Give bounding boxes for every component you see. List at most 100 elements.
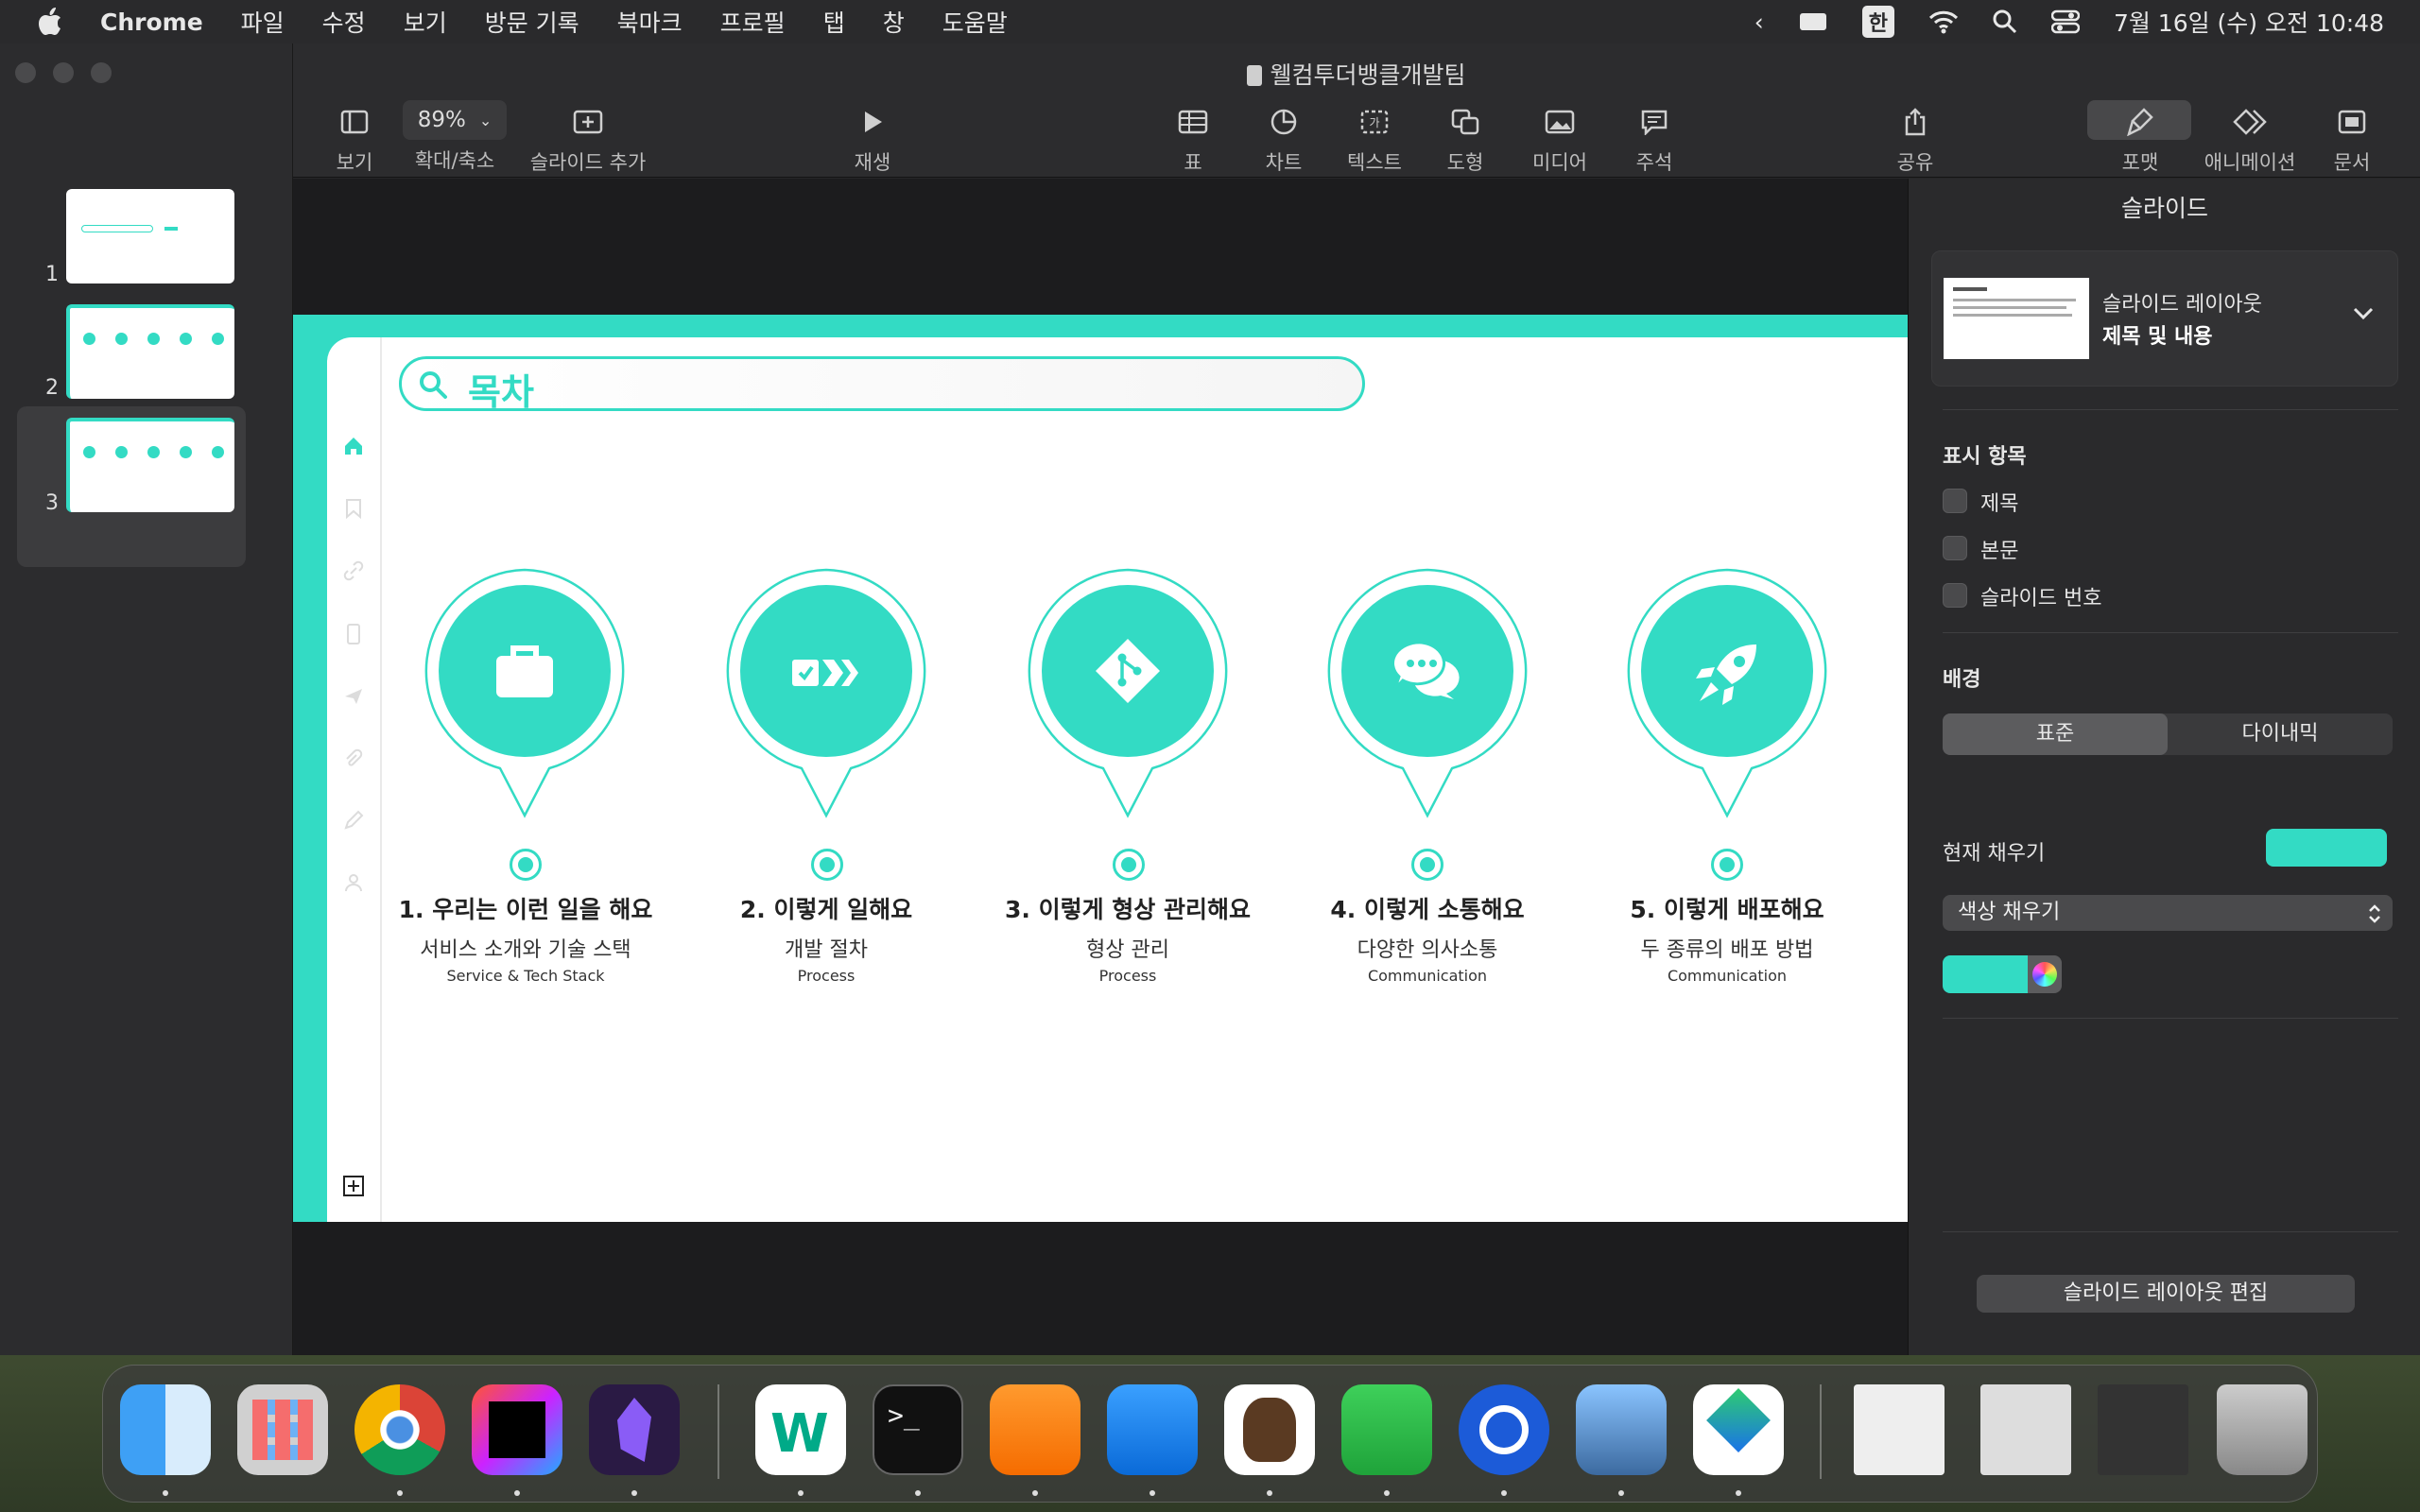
- whale-browser-icon[interactable]: W: [755, 1384, 846, 1475]
- media-icon: [1545, 110, 1575, 134]
- side-rail-divider: [380, 337, 382, 1222]
- section-3-title: 3. 이렇게 형상 관리해요: [1004, 896, 1251, 923]
- menu-view[interactable]: 보기: [404, 5, 447, 39]
- menu-bookmarks[interactable]: 북마크: [617, 5, 683, 39]
- share-button[interactable]: 공유: [1858, 100, 1972, 176]
- sourcetree-icon[interactable]: [1459, 1384, 1549, 1475]
- menu-edit[interactable]: 수정: [322, 5, 366, 39]
- thumb-circle: [212, 333, 224, 345]
- input-source-indicator[interactable]: 한: [1861, 6, 1894, 38]
- current-fill-swatch[interactable]: [2266, 829, 2387, 867]
- section-2-english: Process: [797, 967, 856, 985]
- menu-app-name[interactable]: Chrome: [100, 9, 203, 36]
- divider: [1943, 632, 2398, 633]
- preview-icon[interactable]: [1576, 1384, 1667, 1475]
- git-icon: [1096, 639, 1160, 703]
- wifi-icon[interactable]: [1928, 9, 1959, 34]
- thumb-circle: [180, 333, 192, 345]
- chevron-left-icon[interactable]: ‹: [1754, 9, 1764, 36]
- menubar-extra-icon[interactable]: [1798, 10, 1828, 33]
- menubar-clock[interactable]: 7월 16일 (수) 오전 10:48: [2114, 5, 2384, 39]
- thumb-accent: [164, 227, 178, 231]
- section-1-subtitle: 서비스 소개와 기술 스택: [420, 938, 631, 962]
- table-icon: [1178, 110, 1208, 134]
- menu-profile[interactable]: 프로필: [720, 5, 786, 39]
- color-wheel-icon: [2032, 962, 2057, 987]
- slide-number-checkbox[interactable]: [1943, 583, 1967, 608]
- keynote-icon[interactable]: [1107, 1384, 1198, 1475]
- chevron-down-icon: ⌄: [478, 111, 493, 129]
- layout-label: 슬라이드 레이아웃: [2102, 293, 2262, 317]
- search-bar[interactable]: 목차: [399, 356, 1365, 413]
- slide-thumbnail-1[interactable]: [66, 189, 234, 284]
- add-slide-label: 슬라이드 추가: [529, 151, 647, 174]
- document-stack-icon[interactable]: [1854, 1384, 1945, 1475]
- document-title: 웰컴투더뱅클개발팀: [293, 57, 2420, 91]
- apple-icon[interactable]: [38, 8, 62, 36]
- document-button[interactable]: 문서: [2295, 100, 2409, 176]
- menu-window[interactable]: 창: [883, 5, 905, 39]
- slide-layout-selector[interactable]: 슬라이드 레이아웃 제목 및 내용: [1931, 250, 2398, 387]
- home-icon: [345, 438, 362, 455]
- play-button[interactable]: 재생: [811, 100, 934, 176]
- slide[interactable]: 목차 1. 우리는 이런 일을 해요 서비스 소개와 기술 스택 Service…: [293, 315, 1908, 1222]
- title-checkbox-label: 제목: [1980, 492, 2019, 516]
- menu-file[interactable]: 파일: [241, 5, 285, 39]
- add-box-icon[interactable]: [340, 1173, 367, 1199]
- window-close-button[interactable]: [15, 62, 36, 83]
- terminal-prompt-icon: >_: [888, 1400, 920, 1431]
- chrome-icon[interactable]: [354, 1384, 445, 1475]
- zoom-dropdown[interactable]: 89% ⌄: [403, 100, 507, 140]
- section-5-marker: [1711, 849, 1743, 881]
- current-fill-label: 현재 채우기: [1943, 842, 2046, 866]
- section-4-subtitle: 다양한 의사소통: [1357, 938, 1498, 962]
- window-minimize-button[interactable]: [53, 62, 74, 83]
- launchpad-icon[interactable]: [237, 1384, 328, 1475]
- comment-button[interactable]: 주석: [1598, 100, 1711, 176]
- edit-slide-layout-button[interactable]: 슬라이드 레이아웃 편집: [1977, 1275, 2355, 1313]
- spotlight-search-icon[interactable]: [1993, 9, 2017, 34]
- folder-stack-icon[interactable]: [2098, 1384, 2188, 1475]
- dynamic-segment[interactable]: 다이내믹: [2168, 713, 2393, 755]
- section-4-marker: [1411, 849, 1443, 881]
- menu-help[interactable]: 도움말: [942, 5, 1008, 39]
- trash-icon[interactable]: [2217, 1384, 2308, 1475]
- section-3-english: Process: [1098, 967, 1157, 985]
- intellij-inner: [489, 1401, 545, 1458]
- screenshot-stack-icon[interactable]: [1980, 1384, 2071, 1475]
- fill-type-select[interactable]: 색상 채우기: [1943, 895, 2393, 931]
- standard-segment[interactable]: 표준: [1943, 713, 2168, 755]
- body-checkbox-label: 본문: [1980, 540, 2019, 563]
- naver-icon[interactable]: [1693, 1384, 1784, 1475]
- layout-preview-line: [1953, 306, 2066, 309]
- color-well[interactable]: [1943, 955, 2028, 993]
- whale-letter-icon: W: [770, 1403, 829, 1465]
- terminal-icon[interactable]: >_: [873, 1384, 963, 1475]
- layout-preview-line: [1953, 299, 2076, 301]
- obsidian-gem: [617, 1398, 651, 1462]
- control-center-icon[interactable]: [2050, 9, 2080, 34]
- obsidian-icon[interactable]: [589, 1384, 680, 1475]
- thumb-circle: [115, 446, 128, 458]
- intellij-icon[interactable]: [472, 1384, 562, 1475]
- sidebar-icon: [340, 110, 369, 134]
- show-items-heading: 표시 항목: [1943, 445, 2027, 469]
- running-indicator: [631, 1490, 637, 1496]
- pages-icon[interactable]: [990, 1384, 1080, 1475]
- menu-tab[interactable]: 탭: [823, 5, 845, 39]
- menu-history[interactable]: 방문 기록: [485, 5, 579, 39]
- numbers-icon[interactable]: [1341, 1384, 1432, 1475]
- window-zoom-button[interactable]: [91, 62, 112, 83]
- title-checkbox[interactable]: [1943, 489, 1967, 513]
- slide-thumbnail-3[interactable]: [66, 418, 234, 512]
- color-picker-button[interactable]: [2028, 955, 2062, 993]
- section-5-subtitle: 두 종류의 배포 방법: [1640, 938, 1814, 962]
- rocket-icon: [1696, 644, 1756, 705]
- slide-thumbnail-2[interactable]: [66, 304, 234, 399]
- finder-icon[interactable]: [120, 1384, 211, 1475]
- search-text: 목차: [468, 371, 534, 413]
- body-checkbox[interactable]: [1943, 536, 1967, 560]
- running-indicator: [514, 1490, 520, 1496]
- dbeaver-icon[interactable]: [1224, 1384, 1315, 1475]
- add-slide-button[interactable]: 슬라이드 추가: [512, 100, 664, 176]
